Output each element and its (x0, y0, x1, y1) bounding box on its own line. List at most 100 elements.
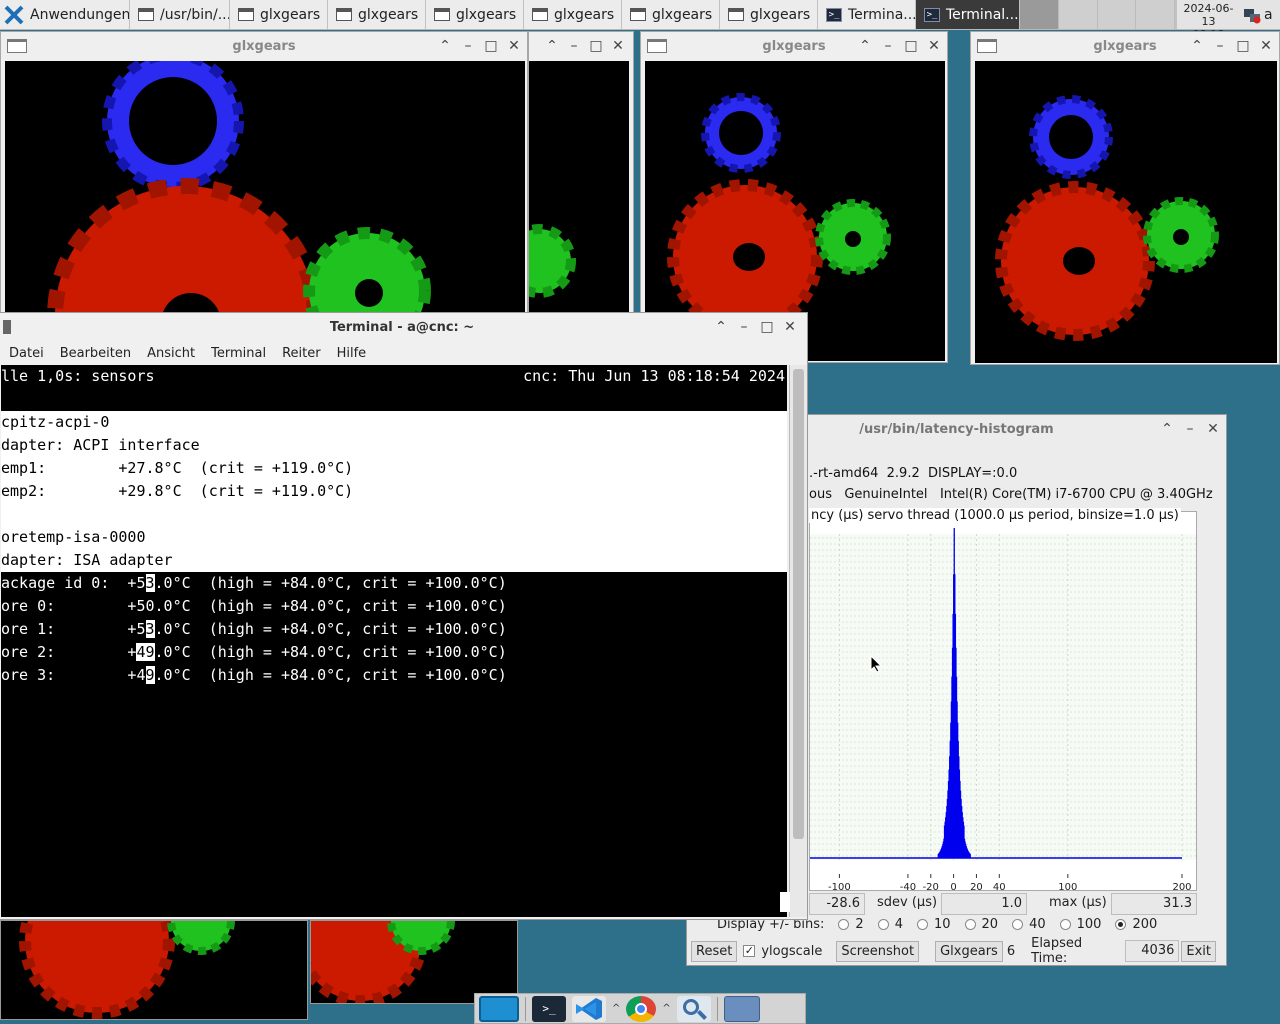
bins-option-20[interactable]: 20 (964, 917, 998, 932)
shade-icon[interactable]: ⌃ (1160, 421, 1174, 437)
scrollbar-thumb[interactable] (793, 369, 804, 839)
user-menu[interactable]: a (1264, 0, 1278, 29)
blue-gear-icon (701, 93, 781, 173)
terminal-screen[interactable]: lle 1,0s: sensors cnc: Thu Jun 13 08:18:… (1, 365, 787, 917)
close-icon[interactable]: ✕ (611, 38, 625, 54)
minimize-icon[interactable]: – (461, 38, 475, 54)
chevron-up-icon[interactable]: ^ (662, 1003, 670, 1014)
task-button-latency[interactable]: /usr/bin/... (130, 0, 230, 29)
network-status-icon[interactable] (1240, 0, 1264, 29)
window-menu-icon[interactable] (647, 39, 667, 53)
glxgears-button[interactable]: Glxgears (935, 940, 1003, 962)
shade-icon[interactable]: ⌃ (858, 38, 872, 54)
histogram-svg: -100 -40 -20 0 20 40 100 200 (810, 528, 1196, 893)
close-icon[interactable]: ✕ (783, 319, 797, 335)
menu-hilfe[interactable]: Hilfe (329, 346, 375, 361)
bins-option-100[interactable]: 100 (1059, 917, 1101, 932)
radio-icon[interactable] (964, 919, 976, 930)
menu-datei[interactable]: Datei (1, 346, 52, 361)
bottom-dock: >_ ^ ^ (474, 993, 806, 1024)
bins-option-200[interactable]: 200 (1115, 917, 1157, 932)
green-gear-icon (815, 199, 891, 275)
bins-option-2[interactable]: 2 (838, 917, 864, 932)
terminal-menubar: Datei Bearbeiten Ansicht Terminal Reiter… (0, 341, 807, 365)
task-button-terminal-2[interactable]: >_ Terminal... (916, 0, 1020, 29)
vscode-launcher-icon[interactable] (572, 995, 606, 1022)
workspace-1[interactable] (1020, 0, 1059, 29)
green-gear-icon (529, 224, 576, 298)
minimize-icon[interactable]: – (881, 38, 895, 54)
close-icon[interactable]: ✕ (927, 38, 941, 54)
task-button-glxgears-5[interactable]: glxgears (622, 0, 720, 29)
maximize-icon[interactable]: □ (760, 319, 774, 335)
reset-button[interactable]: Reset (691, 940, 738, 962)
workspace-4[interactable] (1136, 0, 1175, 29)
screenshot-button[interactable]: Screenshot (836, 940, 920, 962)
ylogscale-toggle[interactable]: ✓ ylogscale (743, 944, 822, 959)
terminal-line: oretemp-isa-0000 (1, 526, 787, 549)
close-icon[interactable]: ✕ (1206, 421, 1220, 437)
maximize-icon[interactable]: □ (1236, 38, 1250, 54)
bins-option-10[interactable]: 10 (916, 917, 951, 932)
window-menu-icon[interactable] (977, 39, 997, 53)
glxgears-titlebar[interactable]: glxgears ⌃ – □ ✕ (1, 32, 527, 60)
show-desktop-icon[interactable] (479, 995, 519, 1022)
task-button-glxgears-1[interactable]: glxgears (230, 0, 328, 29)
task-button-glxgears-2[interactable]: glxgears (328, 0, 426, 29)
shade-icon[interactable]: ⌃ (545, 38, 559, 54)
menu-reiter[interactable]: Reiter (274, 346, 329, 361)
radio-selected-icon[interactable] (1115, 919, 1127, 930)
x-tick-label: 40 (993, 882, 1006, 890)
bins-option-40[interactable]: 40 (1012, 917, 1046, 932)
menu-terminal[interactable]: Terminal (203, 346, 274, 361)
menu-bearbeiten[interactable]: Bearbeiten (52, 346, 139, 361)
task-button-glxgears-3[interactable]: glxgears (426, 0, 524, 29)
shade-icon[interactable]: ⌃ (1190, 38, 1204, 54)
shade-icon[interactable]: ⌃ (438, 38, 452, 54)
menu-ansicht[interactable]: Ansicht (139, 346, 203, 361)
radio-icon[interactable] (916, 919, 928, 930)
terminal-titlebar[interactable]: Terminal - a@cnc: ~ ⌃ – □ ✕ (0, 313, 807, 341)
minimize-icon[interactable]: – (1213, 38, 1227, 54)
task-button-glxgears-4[interactable]: glxgears (524, 0, 622, 29)
close-icon[interactable]: ✕ (1259, 38, 1273, 54)
radio-icon[interactable] (838, 919, 850, 930)
x-tick-label: -40 (900, 882, 916, 890)
maximize-icon[interactable]: □ (904, 38, 918, 54)
bins-option-4[interactable]: 4 (877, 917, 903, 932)
applications-menu-button[interactable]: Anwendungen ⋮ (0, 0, 130, 29)
task-button-glxgears-6[interactable]: glxgears (720, 0, 818, 29)
chrome-launcher-icon[interactable] (626, 995, 657, 1022)
search-launcher-icon[interactable] (676, 995, 711, 1022)
chevron-up-icon[interactable]: ^ (612, 1003, 620, 1014)
minimize-icon[interactable]: – (567, 38, 581, 54)
red-gear-icon (995, 181, 1155, 341)
minimize-icon[interactable]: – (737, 319, 751, 335)
workspace-3[interactable] (1097, 0, 1137, 29)
window-menu-icon[interactable] (7, 39, 27, 53)
workspace-pager[interactable] (1020, 0, 1176, 29)
terminal-line-core: ore 3: +49.0°C (high = +84.0°C, crit = +… (1, 666, 507, 684)
maximize-icon[interactable]: □ (484, 38, 498, 54)
file-manager-launcher-icon[interactable] (723, 995, 760, 1022)
terminal-window-menu-icon[interactable] (3, 320, 11, 334)
minimize-icon[interactable]: – (1183, 421, 1197, 437)
glxgears-titlebar[interactable]: glxgears ⌃ – □ ✕ (971, 32, 1279, 60)
radio-icon[interactable] (1012, 919, 1024, 930)
terminal-scrollbar[interactable] (789, 365, 807, 917)
glxgears-titlebar[interactable]: glxgears ⌃ – □ ✕ (641, 32, 947, 60)
close-icon[interactable]: ✕ (507, 38, 521, 54)
checkbox-checked-icon[interactable]: ✓ (743, 945, 756, 957)
exit-button[interactable]: Exit (1181, 940, 1216, 962)
radio-icon[interactable] (1059, 919, 1071, 930)
terminal-launcher-icon[interactable]: >_ (532, 995, 566, 1022)
shade-icon[interactable]: ⌃ (714, 319, 728, 335)
task-button-terminal-1[interactable]: >_ Termina... (818, 0, 916, 29)
glxgears-titlebar[interactable]: ⌃ – □ ✕ (529, 32, 633, 60)
red-gear-icon (47, 178, 323, 319)
radio-icon[interactable] (877, 919, 889, 930)
workspace-2[interactable] (1058, 0, 1098, 29)
clock[interactable]: 2024-06-13 08:18 (1176, 0, 1240, 41)
maximize-icon[interactable]: □ (589, 38, 603, 54)
histogram-bar (969, 853, 971, 858)
